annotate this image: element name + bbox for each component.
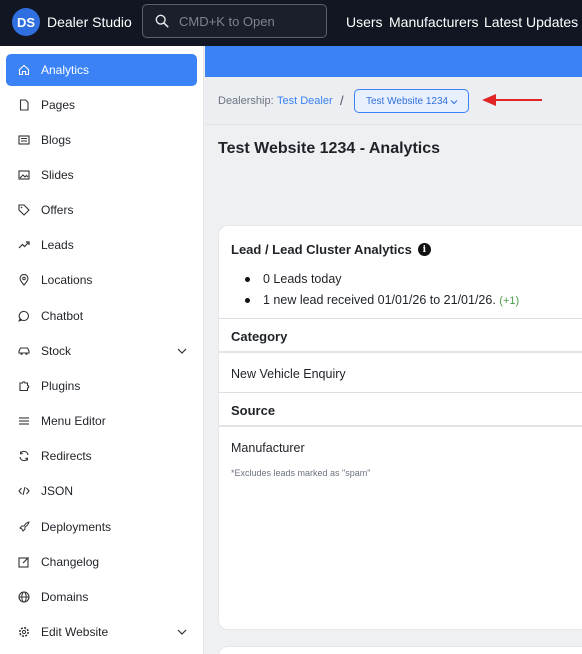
sidebar-item-label: Blogs — [41, 133, 72, 147]
info-icon[interactable]: i — [417, 243, 431, 256]
sidebar-item-label: Changelog — [41, 555, 100, 569]
category-heading: Category — [231, 329, 288, 344]
sidebar-item-menu-editor[interactable]: Menu Editor — [6, 405, 197, 437]
sidebar-item-json[interactable]: JSON — [6, 475, 197, 507]
source-value: Manufacturer — [231, 441, 305, 455]
sidebar-item-label: Chatbot — [41, 309, 84, 323]
brand-name[interactable]: Dealer Studio — [47, 14, 132, 30]
nav-latest-updates[interactable]: Latest Updates — [484, 14, 578, 30]
chevron-down-icon[interactable] — [177, 627, 187, 637]
sidebar-item-label: Leads — [41, 238, 74, 252]
trending-up-icon — [17, 238, 31, 252]
delta-badge: (+1) — [499, 295, 520, 307]
car-icon — [17, 344, 31, 358]
home-icon — [17, 63, 31, 77]
search-box[interactable] — [142, 4, 327, 38]
source-heading: Source — [231, 403, 276, 418]
tag-icon — [17, 203, 31, 217]
sidebar-item-domains[interactable]: Domains — [6, 581, 197, 613]
sidebar-item-chatbot[interactable]: Chatbot — [6, 300, 197, 332]
card-title: Lead / Lead Cluster Analytics i — [231, 242, 431, 257]
footnote: *Excludes leads marked as "spam" — [231, 468, 371, 478]
images-icon — [17, 168, 31, 182]
card-title-text: Lead / Lead Cluster Analytics — [231, 242, 412, 257]
sidebar-item-redirects[interactable]: Redirects — [6, 440, 197, 472]
file-icon — [17, 98, 31, 112]
chevron-down-icon[interactable] — [177, 346, 187, 356]
sidebar-item-deployments[interactable]: Deployments — [6, 511, 197, 543]
sidebar-item-slides[interactable]: Slides — [6, 159, 197, 191]
top-bar: DS Dealer Studio Users Manufacturers Lat… — [0, 0, 582, 46]
next-card — [218, 646, 582, 654]
search-icon — [155, 14, 169, 28]
sidebar-item-changelog[interactable]: Changelog — [6, 546, 197, 578]
list-item: 0 Leads today — [245, 269, 519, 290]
sidebar-item-analytics[interactable]: Analytics — [6, 54, 197, 86]
nav-manufacturers[interactable]: Manufacturers — [389, 14, 478, 30]
sidebar-item-label: Locations — [41, 273, 93, 287]
sidebar-item-label: Edit Website — [41, 625, 109, 639]
sidebar-item-label: Slides — [41, 168, 74, 182]
refresh-icon — [17, 449, 31, 463]
sidebar-item-label: Deployments — [41, 520, 112, 534]
code-icon — [17, 484, 31, 498]
category-value: New Vehicle Enquiry — [231, 367, 346, 381]
rocket-icon — [17, 520, 31, 534]
menu-icon — [17, 414, 31, 428]
sidebar-item-label: Domains — [41, 590, 89, 604]
sidebar-item-label: Offers — [41, 203, 74, 217]
nav-users[interactable]: Users — [346, 14, 383, 30]
list-item: 1 new lead received 01/01/26 to 21/01/26… — [245, 290, 519, 311]
lead-analytics-card: Lead / Lead Cluster Analytics i 0 Leads … — [218, 225, 582, 630]
sidebar-item-blogs[interactable]: Blogs — [6, 124, 197, 156]
divider — [219, 392, 582, 393]
logo[interactable]: DS — [12, 8, 40, 36]
breadcrumb-separator: / — [340, 93, 344, 108]
sidebar-item-label: Redirects — [41, 449, 92, 463]
sidebar-item-label: Plugins — [41, 379, 81, 393]
sidebar-item-offers[interactable]: Offers — [6, 194, 197, 226]
search-input[interactable] — [179, 11, 319, 31]
newspaper-icon — [17, 133, 31, 147]
sidebar-item-label: Menu Editor — [41, 414, 106, 428]
puzzle-icon — [17, 379, 31, 393]
sidebar-item-plugins[interactable]: Plugins — [6, 370, 197, 402]
globe-icon — [17, 590, 31, 604]
breadcrumb-dealer-link[interactable]: Test Dealer — [277, 95, 333, 107]
page-title: Test Website 1234 - Analytics — [218, 140, 441, 157]
website-select[interactable]: Test Website 1234 — [354, 89, 469, 113]
chevron-down-icon — [450, 100, 458, 105]
sidebar-item-pages[interactable]: Pages — [6, 89, 197, 121]
lead-stats-list: 0 Leads today 1 new lead received 01/01/… — [245, 269, 519, 311]
divider — [219, 318, 582, 319]
website-select-value: Test Website 1234 — [366, 95, 449, 107]
sidebar-item-label: Stock — [41, 344, 72, 358]
sidebar-item-edit-website[interactable]: Edit Website — [6, 616, 197, 648]
sidebar-item-locations[interactable]: Locations — [6, 264, 197, 296]
map-pin-icon — [17, 273, 31, 287]
accent-banner — [205, 46, 582, 77]
edit-icon — [17, 555, 31, 569]
breadcrumb-label: Dealership: — [218, 95, 274, 107]
settings-icon — [17, 625, 31, 639]
sidebar-item-stock[interactable]: Stock — [6, 335, 197, 367]
annotation-arrow-icon — [482, 94, 542, 106]
sidebar-item-leads[interactable]: Leads — [6, 229, 197, 261]
sidebar-item-label: Analytics — [41, 63, 90, 77]
divider — [219, 425, 582, 427]
divider — [219, 351, 582, 353]
sidebar-item-label: Pages — [41, 98, 76, 112]
chat-icon — [17, 309, 31, 323]
sidebar: Analytics Pages Blogs Slides Offers Lead… — [0, 46, 204, 654]
sidebar-item-label: JSON — [41, 484, 74, 498]
